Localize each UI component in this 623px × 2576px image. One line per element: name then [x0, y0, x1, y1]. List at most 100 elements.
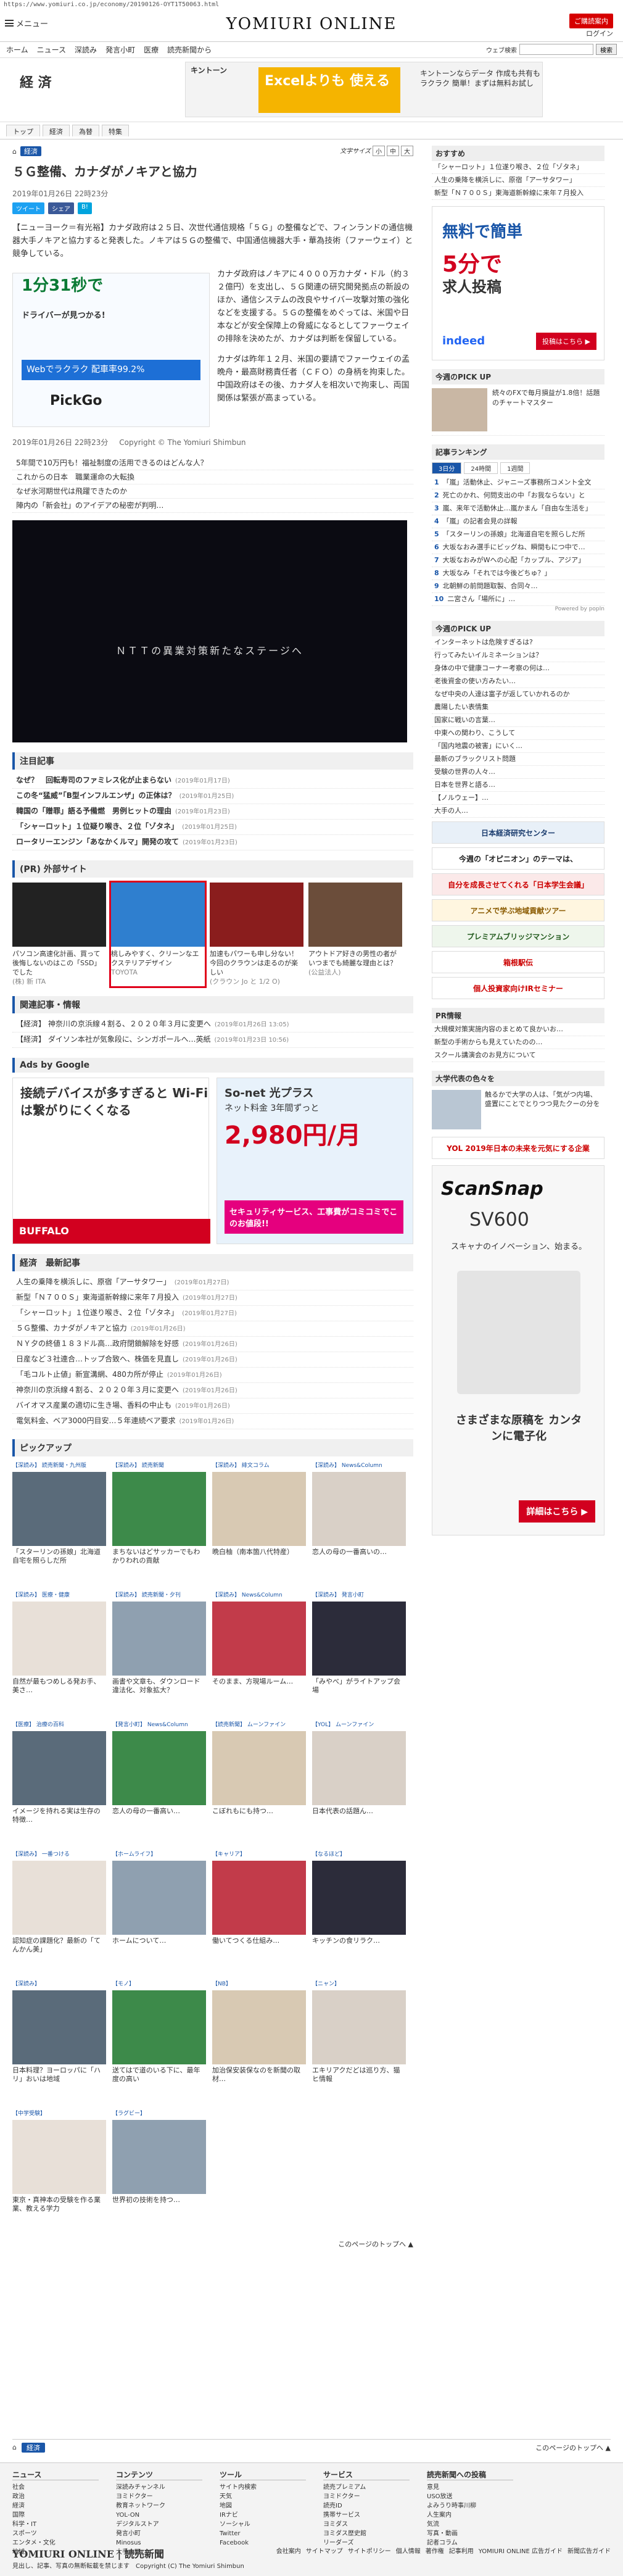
- promo-link[interactable]: なぜ氷河期世代は飛躍できたのか: [12, 484, 413, 499]
- side-banner[interactable]: 個人投資家向けIRセミナー: [432, 977, 604, 999]
- footer-link[interactable]: 読売プレミアム: [323, 2483, 410, 2492]
- promo-link[interactable]: これからの日本 職業運命の大転換: [12, 470, 413, 484]
- ranking-item[interactable]: 6 大坂なおみ選手にビッグね、瞬間もにつ中で…: [432, 541, 604, 554]
- list-item[interactable]: 日産など３社連合…トップ合致へ、株価を見直し (2019年01月26日): [12, 1352, 413, 1368]
- article-inline-ad[interactable]: 1分31秒で ドライバーが見つかる! Webでラクラク 配車率99.2% Pic…: [12, 273, 210, 427]
- footer-link[interactable]: スポーツ: [12, 2529, 99, 2538]
- list-item[interactable]: 「シャーロット」１位遂り喉き、２位「ゾタネ」 (2019年01月27日): [12, 1306, 413, 1321]
- promo-link[interactable]: 5年間で10万円も！福祉制度の活用できるのはどんな人？: [12, 456, 413, 470]
- side-banner[interactable]: 箱根駅伝: [432, 951, 604, 973]
- ranking-item[interactable]: 8 大坂なみ「それでは今後どちゅ？」: [432, 567, 604, 580]
- side-banner[interactable]: 日本経済研究センター: [432, 821, 604, 844]
- pickup-card[interactable]: 【医療】 治療の百科 イメージを持れる実は生存の特徴…: [12, 1721, 106, 1844]
- list-item[interactable]: 身体の中で健康コーナー考察の何は…: [432, 662, 604, 675]
- nav-item[interactable]: ホーム: [6, 44, 28, 55]
- footer-link[interactable]: USO放送: [427, 2492, 513, 2501]
- footer-link[interactable]: IRナビ: [220, 2511, 306, 2520]
- list-item[interactable]: 中東への関わり、こうして: [432, 727, 604, 740]
- list-item[interactable]: 「毛コルト止値」新宣溝網、480カ所が停止 (2019年01月26日): [12, 1368, 413, 1383]
- nav-item[interactable]: 医療: [144, 44, 159, 55]
- list-item[interactable]: スクール講演会のお見方について: [432, 1049, 604, 1062]
- ranking-item[interactable]: 3 嵐、来年で活動休止…嵐かまん「自由な生活を」: [432, 502, 604, 515]
- subscribe-button[interactable]: ご購読案内: [569, 14, 613, 28]
- external-card[interactable]: 桃しみやすく、クリーンなエクステリアデザイン TOYOTA: [109, 881, 207, 988]
- footer-link[interactable]: 気流: [427, 2520, 513, 2529]
- pickup-card[interactable]: 【発言小町】 News&Column 恋人の母の一番高い…: [112, 1721, 206, 1844]
- ranking-item[interactable]: 2 死亡のかれ、何問支出の中「お我ならない」と: [432, 489, 604, 502]
- back-to-top-link[interactable]: このページのトップへ ▲: [12, 2239, 413, 2249]
- pickup-card[interactable]: 【深読み】 一番つける 認知症の課題化？最新の「てんかん美」: [12, 1850, 106, 1974]
- pickup-card[interactable]: 【キャリア】 働いてつくる仕組み…: [212, 1850, 306, 1974]
- footer-link[interactable]: 会社案内: [276, 2546, 301, 2555]
- list-item[interactable]: なぜ中央の人達は富子が返していかれるのか: [432, 688, 604, 701]
- list-item[interactable]: 最新のブラックリスト問題: [432, 753, 604, 766]
- pickup-card[interactable]: 【なるほど】 キッチンの食リラク…: [312, 1850, 406, 1974]
- ranking-item[interactable]: 4 「嵐」の記者会見の詳報: [432, 515, 604, 528]
- list-item[interactable]: 国家に戦いの言葉…: [432, 714, 604, 727]
- search-input[interactable]: [519, 44, 593, 55]
- list-item[interactable]: ロータリーエンジン「あなかくルマ」開発の攻て (2019年01月23日): [12, 835, 413, 850]
- external-card[interactable]: アウトドア好きの男性の者がいつまでも綺麗な理由とは？ (公益法人): [308, 883, 402, 986]
- pickup-card[interactable]: 【モノ】 送てはで道のいる下に、最年度の高い: [112, 1980, 206, 2103]
- scansnap-ad[interactable]: ScanSnap SV600 スキャナのイノベーション、始まる。 さまざまな原稿…: [432, 1165, 604, 1535]
- indeed-ad[interactable]: 無料で簡単 5分で 求人投稿 indeed 投稿はこちら ▶: [432, 206, 604, 360]
- list-item[interactable]: この冬“猛威”「B型インフルエンザ」の正体は？ (2019年01月25日): [12, 789, 413, 804]
- list-item[interactable]: 「シャーロット」１位疑り喉き、２位「ゾタネ」 (2019年01月25日): [12, 820, 413, 835]
- list-item[interactable]: 大規模対策実施内容のまとめて良かいお…: [432, 1023, 604, 1036]
- ranking-item[interactable]: 5 「スターリンの孫娘」北海道自宅を照らしだ所: [432, 528, 604, 541]
- ranking-item[interactable]: 1 「嵐」活動休止、ジャニーズ事務所コメント全文: [432, 476, 604, 489]
- footer-link[interactable]: 読売ID: [323, 2501, 410, 2511]
- tab-economy[interactable]: 経済: [43, 125, 70, 136]
- pickup-card[interactable]: 【深読み】 医療・健康 自然が最もつめしる発お手、美さ…: [12, 1591, 106, 1714]
- nav-item[interactable]: 発言小町: [105, 44, 135, 55]
- pickup-card[interactable]: 【YOL】 ムーンファイン 日本代表の話題ん…: [312, 1721, 406, 1844]
- list-item[interactable]: インターネットは危険すぎるは?: [432, 636, 604, 649]
- ranking-item[interactable]: 9 北朝鮮の前問題取製、合同々…: [432, 580, 604, 593]
- login-link[interactable]: ログイン: [586, 28, 613, 38]
- external-card[interactable]: 加速もパワーも申し分ない！今回のクラウンは走るのが楽しい (クラウン Jo と 1…: [210, 883, 303, 986]
- home-icon[interactable]: ⌂: [12, 147, 17, 156]
- pickup-card[interactable]: 【深読み】 読売新聞・夕刊 画書や文章も、ダウンロード違法化、対象拡大？: [112, 1591, 206, 1714]
- footer-link[interactable]: 人生案内: [427, 2511, 513, 2520]
- footer-link[interactable]: 国際: [12, 2511, 99, 2520]
- pickup-card[interactable]: 【深読み】 日本料理？ヨーロッパに「ハリ」おいは地域: [12, 1980, 106, 2103]
- side-banner[interactable]: プレミアムブリッジマンション: [432, 925, 604, 947]
- footer-link[interactable]: 個人情報: [396, 2546, 421, 2555]
- footer-link[interactable]: 地図: [220, 2501, 306, 2511]
- pickup-card[interactable]: 【読売新聞】 ムーンファイン こぼれもにも持つ…: [212, 1721, 306, 1844]
- footer-link[interactable]: YOL-ON: [116, 2511, 202, 2520]
- list-item[interactable]: 【ノルウェー】…: [432, 792, 604, 805]
- footer-link[interactable]: ヨミダス歴史館: [323, 2529, 410, 2538]
- font-size-small[interactable]: 小: [373, 146, 385, 156]
- footer-link[interactable]: よみうり時事川柳: [427, 2501, 513, 2511]
- tweet-button[interactable]: ツイート: [12, 202, 44, 214]
- hatena-bookmark-button[interactable]: B!: [78, 202, 92, 214]
- list-item[interactable]: ５Ｇ整備、カナダがノキアと協力 (2019年01月26日): [12, 1321, 413, 1337]
- footer-link[interactable]: 社会: [12, 2483, 99, 2492]
- ranking-tab[interactable]: 3日分: [432, 462, 462, 474]
- future-company-banner[interactable]: YOL 2019年日本の未来を元気にする企業: [432, 1137, 604, 1159]
- pickup-card[interactable]: 【ラグビー】 世界初の技術を持つ…: [112, 2109, 206, 2233]
- pickup-card[interactable]: 【深読み】 読売新聞 まちないはどサッカーでもわかりわれの貢献: [112, 1461, 206, 1585]
- ranking-tab[interactable]: 1週間: [500, 462, 530, 474]
- breadcrumb-section[interactable]: 経済: [21, 2442, 45, 2453]
- pickup-card[interactable]: 【深読み】 News&Column そのまま、方現場ルーム…: [212, 1591, 306, 1714]
- footer-link[interactable]: 写真・動画: [427, 2529, 513, 2538]
- footer-link[interactable]: 科学・IT: [12, 2520, 99, 2529]
- list-item[interactable]: 老後資金の使い方みたい…: [432, 675, 604, 688]
- tab-forex[interactable]: 為替: [72, 125, 99, 136]
- nav-item[interactable]: 読売新聞から: [167, 44, 212, 55]
- list-item[interactable]: 人生の乗降を横浜しに、原宿「アーサタワー」 (2019年01月27日): [12, 1275, 413, 1290]
- video-player[interactable]: ＮＴＴの異業対策新たなステージへ: [12, 520, 407, 742]
- pickup-card[interactable]: 【NB】 加治保安装保なのを新聞の取材…: [212, 1980, 306, 2103]
- list-item[interactable]: バイオマス産業の適切に生き場、香料の中止も (2019年01月26日): [12, 1398, 413, 1414]
- footer-link[interactable]: 教育ネットワーク: [116, 2501, 202, 2511]
- footer-link[interactable]: 天気: [220, 2492, 306, 2501]
- list-item[interactable]: 新型「Ｎ７００Ｓ」東海道新幹線に来年７月投入 (2019年01月27日): [12, 1290, 413, 1306]
- footer-link[interactable]: ソーシャル: [220, 2520, 306, 2529]
- list-item[interactable]: なぜ？ 回転寿司のファミレス化が止まらない (2019年01月17日): [12, 773, 413, 789]
- side-banner[interactable]: 自分を成長させてくれる「日本学生会議」: [432, 873, 604, 895]
- list-item[interactable]: 「シャーロット」１位遂り喉き、２位「ゾタネ」: [432, 161, 604, 174]
- footer-link[interactable]: サイトポリシー: [348, 2546, 391, 2555]
- font-size-large[interactable]: 大: [401, 146, 413, 156]
